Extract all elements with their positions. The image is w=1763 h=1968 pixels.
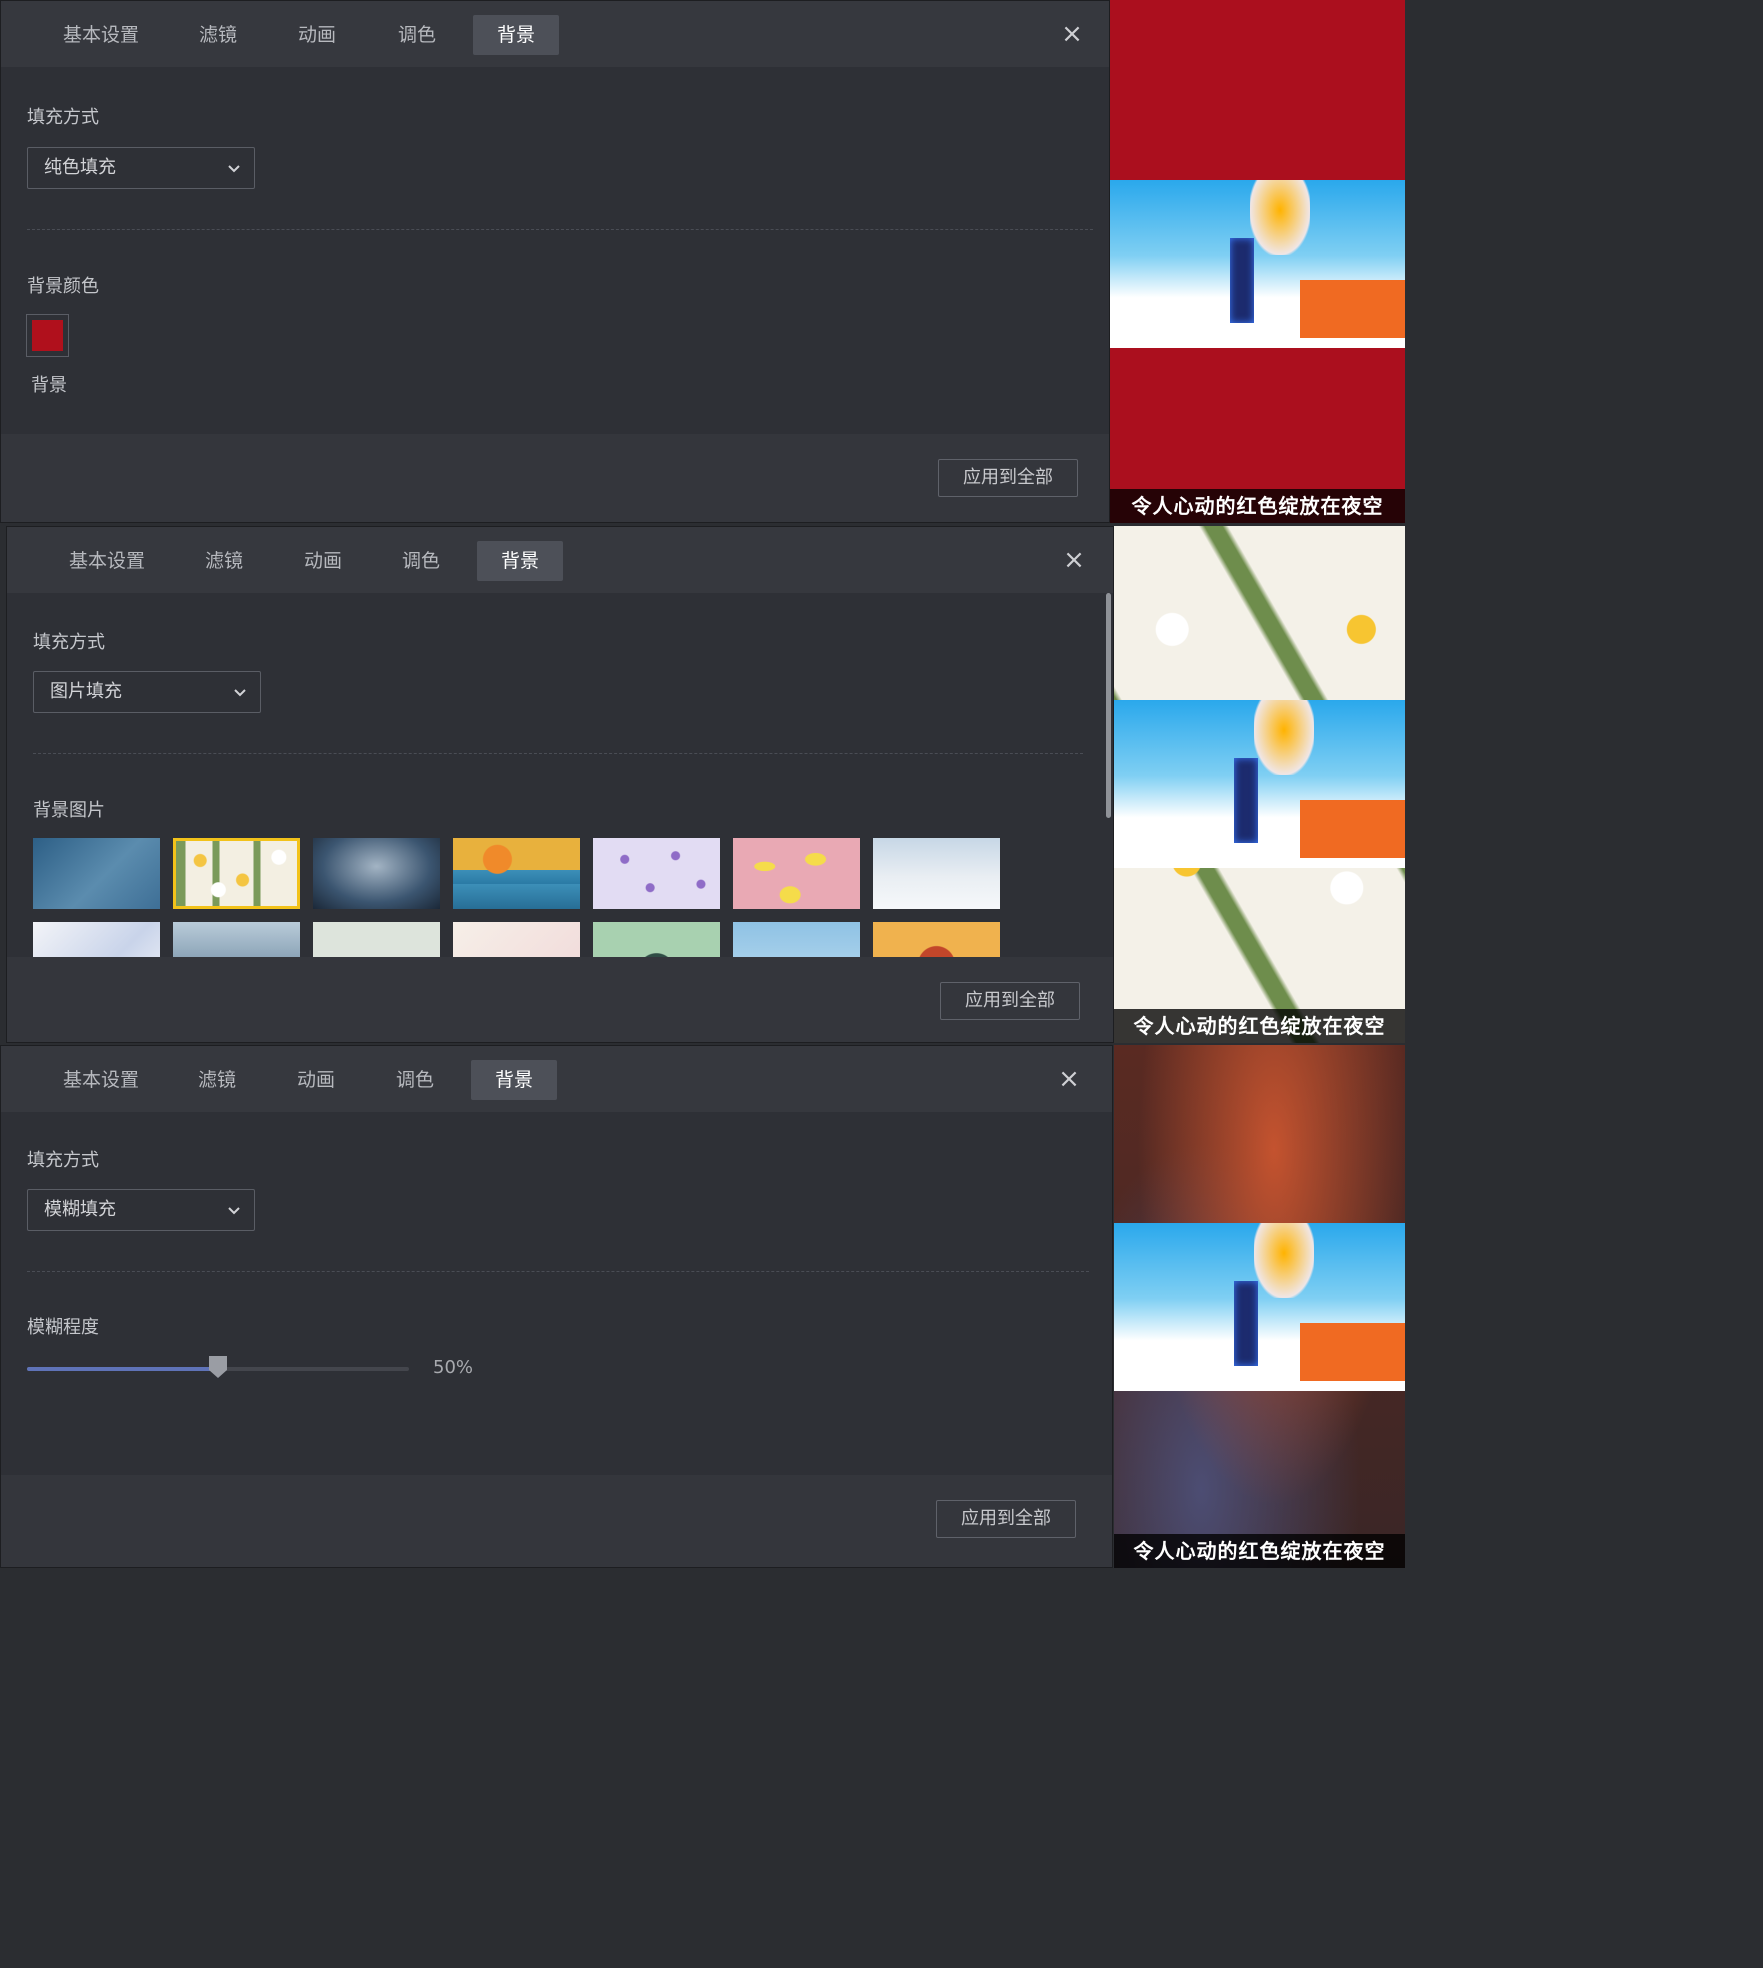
- panel-footer: 应用到全部: [1, 1475, 1112, 1567]
- fill-mode-dropdown[interactable]: 纯色填充: [27, 147, 255, 189]
- preview-image-fill: 令人心动的红色绽放在夜空: [1114, 526, 1405, 1043]
- tab-color-grading[interactable]: 调色: [381, 15, 453, 55]
- section-divider: [27, 1271, 1089, 1272]
- background-image-label: 背景图片: [33, 800, 105, 821]
- fill-mode-dropdown[interactable]: 图片填充: [33, 671, 261, 713]
- chevron-down-icon: [234, 689, 246, 697]
- orange-card: [1300, 800, 1405, 858]
- thumb-lemon-pattern[interactable]: [733, 838, 860, 909]
- swatch-color-fill: [32, 320, 63, 351]
- fill-mode-value: 模糊填充: [44, 1199, 116, 1220]
- tab-filter[interactable]: 滤镜: [182, 1060, 252, 1100]
- apply-to-all-button[interactable]: 应用到全部: [938, 459, 1078, 497]
- thumb-blue-mountains[interactable]: [173, 922, 300, 958]
- tab-basic-settings[interactable]: 基本设置: [49, 1060, 153, 1100]
- chevron-down-icon: [228, 1207, 240, 1215]
- thumb-night-figure[interactable]: [313, 838, 440, 909]
- fill-mode-value: 纯色填充: [44, 157, 116, 178]
- tab-filter[interactable]: 滤镜: [183, 15, 253, 55]
- preview-caption: 令人心动的红色绽放在夜空: [1110, 489, 1405, 523]
- tab-background[interactable]: 背景: [471, 1060, 557, 1100]
- orange-card: [1300, 1323, 1405, 1381]
- blur-slider[interactable]: [27, 1356, 409, 1378]
- preview-blur-fill: 令人心动的红色绽放在夜空: [1114, 1045, 1405, 1568]
- slider-handle-icon[interactable]: [208, 1355, 228, 1379]
- close-icon[interactable]: ×: [1054, 1064, 1084, 1094]
- blur-slider-fill: [27, 1367, 218, 1371]
- tab-background[interactable]: 背景: [473, 15, 559, 55]
- tab-color-grading[interactable]: 调色: [385, 541, 457, 581]
- thumb-sky-clouds[interactable]: [733, 922, 860, 958]
- thumb-snowy-landscape[interactable]: [873, 838, 1000, 909]
- fill-mode-label: 填充方式: [27, 107, 99, 128]
- apply-to-all-button[interactable]: 应用到全部: [940, 982, 1080, 1020]
- fill-mode-dropdown[interactable]: 模糊填充: [27, 1189, 255, 1231]
- close-icon[interactable]: ×: [1059, 545, 1089, 575]
- video-frame: [1110, 180, 1405, 348]
- panel-footer: 应用到全部: [1, 434, 1109, 522]
- section-divider: [27, 229, 1093, 230]
- settings-panel-blur-fill: 基本设置 滤镜 动画 调色 背景 × 填充方式 模糊填充 模糊程度 50% 应用…: [0, 1045, 1113, 1568]
- flame: [1254, 700, 1314, 775]
- tab-filter[interactable]: 滤镜: [189, 541, 259, 581]
- video-frame: [1114, 700, 1405, 868]
- thumb-paper-boat[interactable]: [33, 838, 160, 909]
- settings-panel-solid-fill: 基本设置 滤镜 动画 调色 背景 × 填充方式 纯色填充 背景颜色 背景 应用到…: [0, 0, 1110, 523]
- settings-panel-image-fill: 基本设置 滤镜 动画 调色 背景 × 填充方式 图片填充 背景图片 应用到全部: [6, 526, 1114, 1043]
- chevron-down-icon: [228, 165, 240, 173]
- tab-animation[interactable]: 动画: [287, 541, 359, 581]
- blur-value: 50%: [433, 1357, 474, 1378]
- preview-solid-fill: 令人心动的红色绽放在夜空: [1110, 0, 1405, 523]
- tab-bar: 基本设置 滤镜 动画 调色 背景 ×: [7, 527, 1113, 593]
- tab-animation[interactable]: 动画: [281, 15, 353, 55]
- fill-mode-value: 图片填充: [50, 681, 122, 702]
- thumb-light-wash[interactable]: [33, 922, 160, 958]
- fill-mode-label: 填充方式: [33, 632, 105, 653]
- close-icon[interactable]: ×: [1057, 19, 1087, 49]
- blur-level-label: 模糊程度: [27, 1317, 99, 1338]
- preview-caption: 令人心动的红色绽放在夜空: [1114, 1534, 1405, 1568]
- thumb-fruit-heart[interactable]: [873, 922, 1000, 958]
- apply-to-all-button[interactable]: 应用到全部: [936, 1500, 1076, 1538]
- swatch-caption: 背景: [31, 375, 67, 396]
- fill-mode-label: 填充方式: [27, 1150, 99, 1171]
- tab-basic-settings[interactable]: 基本设置: [55, 541, 159, 581]
- thumb-plate-setting[interactable]: [593, 922, 720, 958]
- scrollbar[interactable]: [1106, 593, 1111, 818]
- tab-background[interactable]: 背景: [477, 541, 563, 581]
- orange-card: [1300, 280, 1405, 338]
- thumb-daisy-pattern[interactable]: [173, 838, 300, 909]
- tab-bar: 基本设置 滤镜 动画 调色 背景 ×: [1, 1046, 1112, 1112]
- flame: [1254, 1223, 1314, 1298]
- background-image-grid: [33, 838, 1023, 958]
- preview-caption: 令人心动的红色绽放在夜空: [1114, 1009, 1405, 1043]
- tab-animation[interactable]: 动画: [280, 1060, 352, 1100]
- flame: [1250, 180, 1310, 255]
- thumb-christmas[interactable]: [453, 922, 580, 958]
- panel-footer: 应用到全部: [7, 957, 1113, 1042]
- thumb-pale-green[interactable]: [313, 922, 440, 958]
- video-frame: [1114, 1223, 1405, 1391]
- section-divider: [33, 753, 1083, 754]
- tab-bar: 基本设置 滤镜 动画 调色 背景 ×: [1, 1, 1109, 67]
- tab-basic-settings[interactable]: 基本设置: [49, 15, 153, 55]
- background-color-swatch[interactable]: [26, 314, 69, 357]
- background-color-label: 背景颜色: [27, 276, 99, 297]
- thumb-purple-hearts[interactable]: [593, 838, 720, 909]
- tab-color-grading[interactable]: 调色: [379, 1060, 451, 1100]
- thumb-sun-waves[interactable]: [453, 838, 580, 909]
